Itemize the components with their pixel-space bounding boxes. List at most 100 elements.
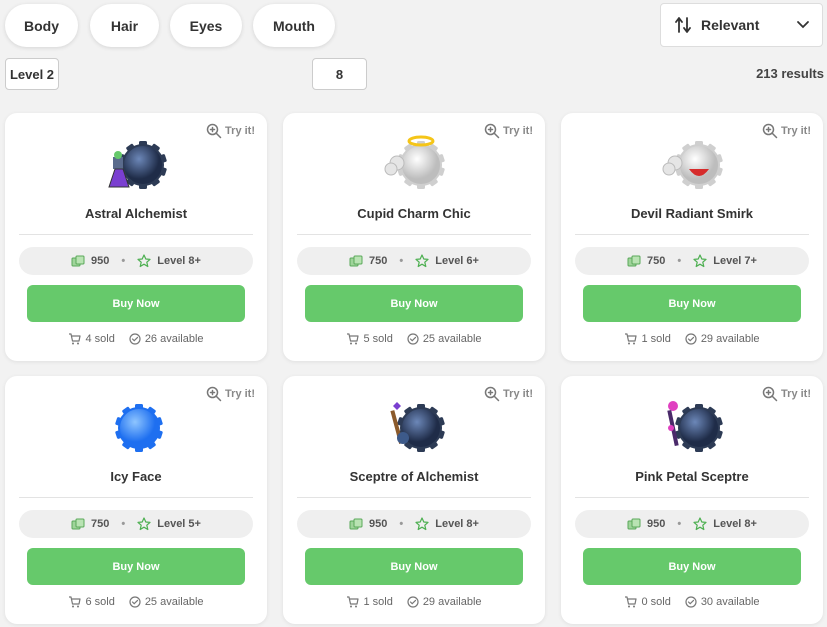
item-available: 30 available — [700, 596, 760, 608]
try-it-button[interactable]: Try it! — [206, 386, 255, 402]
try-it-button[interactable]: Try it! — [484, 123, 533, 139]
cart-icon — [69, 596, 82, 608]
item-card[interactable]: Try it! Cupid Charm Chic 750 • Level 6+ … — [283, 113, 545, 361]
item-available: 29 available — [700, 333, 760, 345]
item-card[interactable]: Try it! Pink Petal Sceptre 950 • Level 8… — [561, 376, 823, 624]
check-circle-icon — [129, 596, 141, 608]
item-card[interactable]: Try it! Astral Alchemist 950 • Level 8+ … — [5, 113, 267, 361]
item-level: Level 8+ — [713, 518, 757, 530]
sort-label: Relevant — [701, 17, 760, 33]
item-price: 950 — [91, 255, 110, 267]
check-circle-icon — [407, 596, 419, 608]
item-title: Sceptre of Alchemist — [349, 469, 479, 484]
cart-icon — [347, 596, 360, 608]
item-available: 26 available — [144, 333, 204, 345]
item-sold: 1 sold — [641, 333, 671, 345]
item-stats: 5 sold 25 available — [283, 333, 545, 345]
coins-icon — [349, 255, 363, 267]
zoom-in-icon — [206, 386, 222, 402]
cart-icon — [347, 333, 360, 345]
item-available: 25 available — [422, 333, 482, 345]
item-level: Level 8+ — [157, 255, 201, 267]
try-it-button[interactable]: Try it! — [762, 123, 811, 139]
item-title: Cupid Charm Chic — [357, 206, 471, 221]
item-level: Level 5+ — [157, 518, 201, 530]
price-level-badge: 750 • Level 5+ — [19, 510, 253, 538]
item-stats: 6 sold 25 available — [5, 596, 267, 608]
level-number-input[interactable]: 8 — [312, 58, 367, 90]
cart-icon — [625, 596, 638, 608]
item-level: Level 8+ — [435, 518, 479, 530]
check-circle-icon — [685, 596, 697, 608]
item-title: Astral Alchemist — [84, 206, 188, 221]
coins-icon — [71, 255, 85, 267]
star-icon — [415, 517, 429, 531]
item-card[interactable]: Try it! Icy Face 750 • Level 5+ Buy Now — [5, 376, 267, 624]
price-level-badge: 750 • Level 6+ — [297, 247, 531, 275]
separator-dot: • — [121, 518, 126, 530]
cart-icon — [69, 333, 82, 345]
item-card[interactable]: Try it! Devil Radiant Smirk 750 • Level … — [561, 113, 823, 361]
item-stats: 0 sold 30 available — [561, 596, 823, 608]
zoom-in-icon — [762, 123, 778, 139]
filter-eyes-button[interactable]: Eyes — [170, 4, 242, 47]
try-it-button[interactable]: Try it! — [206, 123, 255, 139]
item-price: 950 — [369, 518, 388, 530]
coins-icon — [627, 255, 641, 267]
try-it-label: Try it! — [225, 388, 255, 400]
buy-now-button[interactable]: Buy Now — [305, 285, 523, 322]
item-available: 29 available — [422, 596, 482, 608]
cart-icon — [625, 333, 638, 345]
astral-alchemist-icon — [108, 141, 167, 189]
star-icon — [415, 254, 429, 268]
separator-dot: • — [677, 518, 682, 530]
separator-dot: • — [677, 255, 682, 267]
cupid-charm-icon — [384, 135, 445, 189]
price-level-badge: 750 • Level 7+ — [575, 247, 809, 275]
buy-now-button[interactable]: Buy Now — [27, 548, 245, 585]
divider — [575, 234, 809, 235]
item-price: 750 — [369, 255, 388, 267]
try-it-label: Try it! — [503, 388, 533, 400]
buy-now-button[interactable]: Buy Now — [583, 548, 801, 585]
star-icon — [137, 517, 151, 531]
item-sold: 4 sold — [85, 333, 115, 345]
item-title: Pink Petal Sceptre — [635, 469, 749, 484]
separator-dot: • — [121, 255, 126, 267]
item-price: 750 — [647, 255, 666, 267]
zoom-in-icon — [484, 386, 500, 402]
try-it-label: Try it! — [781, 125, 811, 137]
try-it-label: Try it! — [225, 125, 255, 137]
buy-now-button[interactable]: Buy Now — [305, 548, 523, 585]
level-filter-field[interactable]: Level 2 — [5, 58, 59, 90]
sort-dropdown[interactable]: Relevant — [660, 3, 823, 47]
item-sold: 1 sold — [363, 596, 393, 608]
price-level-badge: 950 • Level 8+ — [575, 510, 809, 538]
buy-now-button[interactable]: Buy Now — [583, 285, 801, 322]
sort-arrows-icon — [675, 17, 691, 33]
pink-petal-sceptre-icon — [667, 401, 723, 452]
sceptre-alchemist-icon — [390, 402, 445, 452]
coins-icon — [627, 518, 641, 530]
item-level: Level 7+ — [713, 255, 757, 267]
divider — [297, 234, 531, 235]
filter-mouth-button[interactable]: Mouth — [253, 4, 335, 47]
item-price: 950 — [647, 518, 666, 530]
results-count: 213 results — [756, 66, 824, 81]
filter-body-button[interactable]: Body — [5, 4, 78, 47]
filter-hair-button[interactable]: Hair — [90, 4, 159, 47]
price-level-badge: 950 • Level 8+ — [19, 247, 253, 275]
try-it-label: Try it! — [503, 125, 533, 137]
item-level: Level 6+ — [435, 255, 479, 267]
item-price: 750 — [91, 518, 110, 530]
devil-smirk-icon — [662, 141, 723, 189]
icy-face-icon — [115, 404, 163, 452]
try-it-button[interactable]: Try it! — [762, 386, 811, 402]
zoom-in-icon — [484, 123, 500, 139]
zoom-in-icon — [206, 123, 222, 139]
item-sold: 0 sold — [641, 596, 671, 608]
try-it-button[interactable]: Try it! — [484, 386, 533, 402]
item-card[interactable]: Try it! Sceptre of Alchemist 950 • Level… — [283, 376, 545, 624]
buy-now-button[interactable]: Buy Now — [27, 285, 245, 322]
star-icon — [137, 254, 151, 268]
